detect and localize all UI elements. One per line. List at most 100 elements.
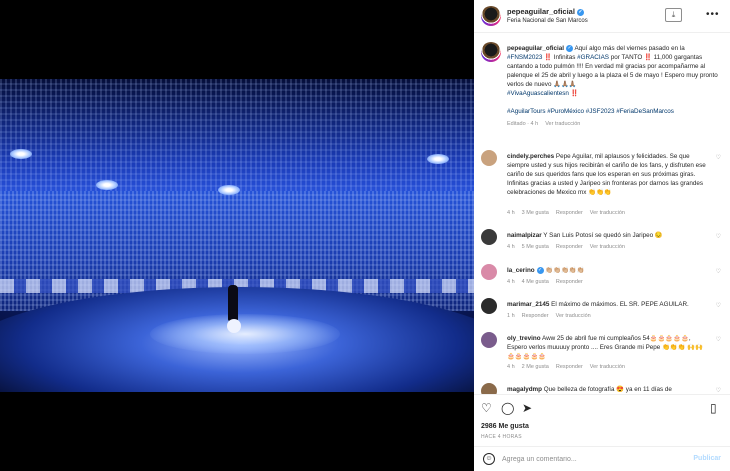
heart-icon[interactable]: ♡ bbox=[716, 336, 721, 343]
comment-username[interactable]: oly_trevino bbox=[507, 335, 541, 342]
heart-icon[interactable]: ♡ bbox=[716, 302, 721, 309]
avatar[interactable] bbox=[481, 229, 497, 245]
reply-button[interactable]: Responder bbox=[556, 279, 583, 285]
post-age: HACE 4 HORAS bbox=[481, 434, 522, 440]
comment-meta: 4 h 3 Me gusta Responder Ver traducción bbox=[507, 210, 632, 216]
comment-username[interactable]: cindely.perches bbox=[507, 153, 554, 160]
caption-username[interactable]: pepeaguilar_oficial bbox=[507, 45, 564, 52]
comment-likes[interactable]: 5 Me gusta bbox=[522, 244, 549, 250]
comment-likes[interactable]: 2 Me gusta bbox=[522, 364, 549, 370]
comment: cindely.perches Pepe Aguilar, mil aplaus… bbox=[481, 150, 721, 220]
comment-username[interactable]: magalydmp bbox=[507, 386, 542, 393]
spotlight bbox=[150, 314, 340, 354]
heart-icon[interactable]: ♡ bbox=[716, 233, 721, 240]
heart-icon[interactable]: ♡ bbox=[716, 154, 721, 161]
likes-count[interactable]: 2986 Me gusta bbox=[481, 423, 529, 430]
caption-part: ‼️ bbox=[568, 90, 579, 97]
stage-light bbox=[96, 180, 118, 190]
comment-text: Que belleza de fotografía 😍 ya en 11 día… bbox=[543, 386, 672, 393]
comment-likes[interactable]: 3 Me gusta bbox=[522, 210, 549, 216]
comment-text: El máximo de máximos. EL SR. PEPE AGUILA… bbox=[551, 301, 689, 308]
caption-meta: Editado · 4 h Ver traducción bbox=[507, 120, 721, 129]
translate-link[interactable]: Ver traducción bbox=[590, 244, 625, 250]
comment-meta: 4 h 4 Me gusta Responder bbox=[507, 279, 590, 285]
avatar[interactable] bbox=[481, 42, 501, 62]
comment: magalydmp Que belleza de fotografía 😍 ya… bbox=[481, 383, 721, 394]
avatar[interactable] bbox=[481, 6, 501, 26]
comment-username[interactable]: la_cerino bbox=[507, 267, 535, 274]
comment-body: magalydmp Que belleza de fotografía 😍 ya… bbox=[507, 385, 707, 394]
comment-username[interactable]: marimar_2145 bbox=[507, 301, 549, 308]
add-comment-bar: ☺ Publicar bbox=[474, 446, 730, 471]
comment: la_cerino ✓ 👏🏼👏🏼👏🏼👏🏼👏🏼 4 h 4 Me gusta Respo… bbox=[481, 264, 721, 288]
comment-meta: 4 h 2 Me gusta Responder Ver traducción bbox=[507, 364, 632, 370]
comment-time: 1 h bbox=[507, 313, 515, 319]
comment-body: marimar_2145 El máximo de máximos. EL SR… bbox=[507, 300, 707, 309]
concert-photo[interactable] bbox=[0, 79, 474, 392]
comment-meta: 1 h Responder Ver traducción bbox=[507, 313, 598, 319]
hashtag[interactable]: #FNSM2023 bbox=[507, 54, 542, 61]
comment-body: naimalpizar Y San Luis Potosí se quedó s… bbox=[507, 231, 707, 240]
comment: naimalpizar Y San Luis Potosí se quedó s… bbox=[481, 229, 721, 253]
caption-part: Aquí algo más del viernes pasado en la bbox=[574, 45, 685, 52]
translate-link[interactable]: Ver traducción bbox=[590, 364, 625, 370]
comment-body: la_cerino ✓ 👏🏼👏🏼👏🏼👏🏼👏🏼 bbox=[507, 266, 707, 275]
avatar[interactable] bbox=[481, 383, 497, 394]
stage-light bbox=[427, 154, 449, 164]
comment-body: cindely.perches Pepe Aguilar, mil aplaus… bbox=[507, 152, 707, 197]
comment: oly_trevino Aww 25 de abril fue mi cumpl… bbox=[481, 332, 721, 376]
comment-time: 4 h bbox=[507, 244, 515, 250]
post-panel: pepeaguilar_oficial ✓ Feria Nacional de S… bbox=[474, 0, 730, 471]
comment-body: oly_trevino Aww 25 de abril fue mi cumpl… bbox=[507, 334, 707, 361]
comment-time: 4 h bbox=[507, 364, 515, 370]
location[interactable]: Feria Nacional de San Marcos bbox=[507, 18, 588, 24]
comment-username[interactable]: naimalpizar bbox=[507, 232, 542, 239]
hashtags[interactable]: #AguilarTours #PuroMéxico #JSF2023 #Feri… bbox=[507, 108, 674, 115]
caption-part: ‼️ Infinitas bbox=[542, 54, 578, 61]
verified-icon: ✓ bbox=[576, 8, 584, 16]
share-icon[interactable]: ➤ bbox=[522, 401, 532, 415]
publish-button[interactable]: Publicar bbox=[693, 455, 721, 462]
comment: marimar_2145 El máximo de máximos. EL SR… bbox=[481, 298, 721, 322]
comment-text: 👏🏼👏🏼👏🏼👏🏼👏🏼 bbox=[545, 267, 585, 274]
drum-figure bbox=[227, 319, 241, 333]
comment-time: 4 h bbox=[507, 210, 515, 216]
avatar[interactable] bbox=[481, 264, 497, 280]
avatar[interactable] bbox=[481, 150, 497, 166]
comment-meta: 4 h 5 Me gusta Responder Ver traducción bbox=[507, 244, 632, 250]
emoji-icon[interactable]: ☺ bbox=[483, 453, 495, 465]
heart-icon[interactable]: ♡ bbox=[481, 401, 492, 415]
avatar[interactable] bbox=[481, 332, 497, 348]
avatar[interactable] bbox=[481, 298, 497, 314]
heart-icon[interactable]: ♡ bbox=[716, 387, 721, 394]
more-icon[interactable]: ••• bbox=[706, 9, 720, 20]
comment-input[interactable] bbox=[502, 452, 682, 466]
caption-text: pepeaguilar_oficial ✓ Aquí algo más del v… bbox=[507, 44, 721, 129]
hashtag[interactable]: #GRACIAS bbox=[577, 54, 609, 61]
stage-light bbox=[218, 185, 240, 195]
post-actions: ♡ ◯ ➤ ▯ 2986 Me gusta HACE 4 HORAS bbox=[474, 394, 730, 446]
upper-stands bbox=[0, 79, 474, 199]
comment-likes[interactable]: 4 Me gusta bbox=[522, 279, 549, 285]
verified-icon: ✓ bbox=[566, 44, 574, 52]
reply-button[interactable]: Responder bbox=[522, 313, 549, 319]
heart-icon[interactable]: ♡ bbox=[716, 268, 721, 275]
post-media[interactable] bbox=[0, 0, 474, 471]
comment-time: 4 h bbox=[507, 279, 515, 285]
reply-button[interactable]: Responder bbox=[556, 210, 583, 216]
bookmark-icon[interactable]: ▯ bbox=[710, 401, 717, 415]
reply-button[interactable]: Responder bbox=[556, 244, 583, 250]
singer-figure bbox=[228, 285, 238, 321]
verified-icon: ✓ bbox=[536, 266, 544, 274]
caption-time: Editado · 4 h bbox=[507, 121, 539, 127]
stage-light bbox=[10, 149, 32, 159]
translate-link[interactable]: Ver traducción bbox=[590, 210, 625, 216]
reply-button[interactable]: Responder bbox=[556, 364, 583, 370]
username[interactable]: pepeaguilar_oficial ✓ bbox=[507, 7, 584, 16]
comment-icon[interactable]: ◯ bbox=[501, 401, 514, 415]
download-icon[interactable]: ⤓ bbox=[665, 8, 682, 22]
hashtag[interactable]: #VivaAguascalientesn bbox=[507, 90, 569, 97]
comments-list[interactable]: pepeaguilar_oficial ✓ Aquí algo más del v… bbox=[474, 34, 730, 394]
translate-link[interactable]: Ver traducción bbox=[545, 121, 580, 127]
translate-link[interactable]: Ver traducción bbox=[556, 313, 591, 319]
